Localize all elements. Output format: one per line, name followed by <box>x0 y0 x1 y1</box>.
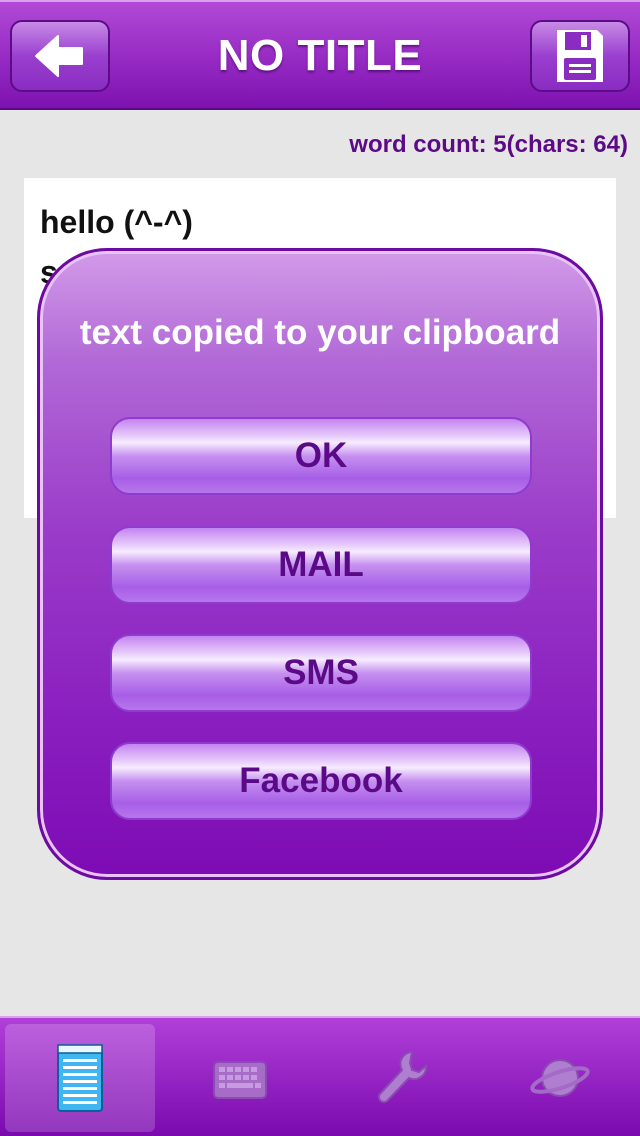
back-button[interactable] <box>10 20 110 92</box>
tab-bar <box>0 1016 640 1136</box>
planet-icon <box>530 1059 590 1097</box>
dialog-message: text copied to your clipboard <box>79 313 561 352</box>
mail-button[interactable]: MAIL <box>110 526 532 604</box>
floppy-disk-icon <box>557 30 603 82</box>
editor-line: hello (^-^) <box>40 204 193 240</box>
keyboard-icon <box>213 1061 267 1099</box>
sms-button[interactable]: SMS <box>110 634 532 712</box>
header-bar: NO TITLE <box>0 0 640 110</box>
word-count-label: word count: 5(chars: 64) <box>349 131 628 158</box>
facebook-button[interactable]: Facebook <box>110 742 532 820</box>
clipboard-dialog: text copied to your clipboard OK MAIL SM… <box>37 248 603 880</box>
notepad-icon <box>57 1044 103 1112</box>
ok-button[interactable]: OK <box>110 417 532 495</box>
page-title: NO TITLE <box>217 31 423 80</box>
tab-keyboard[interactable] <box>165 1024 315 1132</box>
wrench-icon <box>378 1050 428 1103</box>
back-arrow-icon <box>35 35 83 77</box>
tab-web[interactable] <box>485 1024 635 1132</box>
save-button[interactable] <box>530 20 630 92</box>
tab-settings[interactable] <box>325 1024 475 1132</box>
tab-notepad[interactable] <box>5 1024 155 1132</box>
